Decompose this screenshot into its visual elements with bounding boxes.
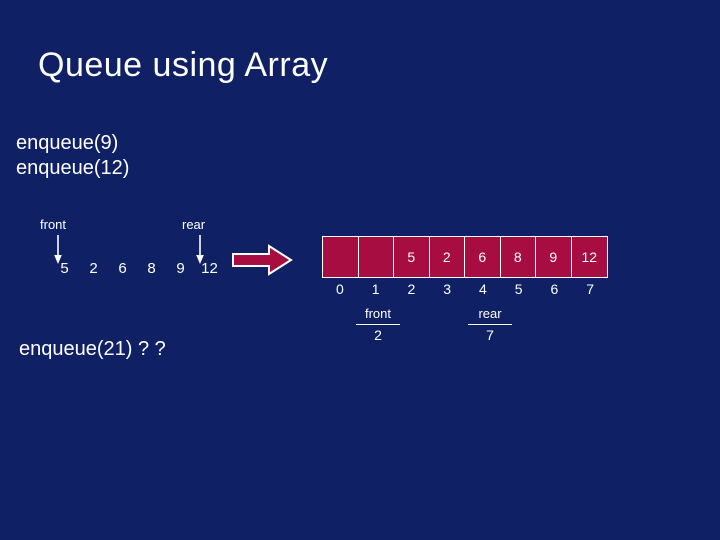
array-cell-5: 8 xyxy=(500,237,536,277)
fraction-bar xyxy=(468,324,512,325)
page-title: Queue using Array xyxy=(38,46,329,84)
array-cells-row: 5 2 6 8 9 12 xyxy=(322,236,608,278)
array-front-label: front xyxy=(364,306,391,321)
logical-queue-value: 5 xyxy=(60,260,69,277)
question-text: enqueue(21) ? ? xyxy=(19,338,166,360)
logical-queue-value: 6 xyxy=(118,260,127,277)
array-index-6: 6 xyxy=(550,281,559,297)
array-index-5: 5 xyxy=(514,281,523,297)
array-index-0: 0 xyxy=(335,281,344,297)
logical-front-label: front xyxy=(40,217,67,232)
operation-line-enqueue-12: enqueue(12) xyxy=(16,157,130,179)
array-index-4: 4 xyxy=(478,281,487,297)
logical-queue-value: 12 xyxy=(201,260,218,277)
right-block-arrow-icon xyxy=(231,244,293,276)
logical-rear-label: rear xyxy=(182,217,206,232)
array-cell-3: 2 xyxy=(429,237,465,277)
operations-list: enqueue(9) enqueue(12) xyxy=(16,131,129,181)
array-index-2: 2 xyxy=(407,281,416,297)
logical-queue-value: 8 xyxy=(147,260,156,277)
array-front-indicator: front 2 xyxy=(350,306,406,344)
array-rear-indicator: rear 7 xyxy=(462,306,518,344)
fraction-bar xyxy=(356,324,400,325)
array-cell-1 xyxy=(358,237,394,277)
logical-queue-values: 5 2 6 8 9 12 xyxy=(50,260,224,278)
array-index-row: 0 1 2 3 4 5 6 7 xyxy=(322,281,608,297)
array-representation: 5 2 6 8 9 12 0 1 2 3 4 5 6 7 xyxy=(322,236,608,297)
slide-canvas: Queue using Array enqueue(9) enqueue(12)… xyxy=(0,0,720,540)
logical-queue-value: 2 xyxy=(89,260,98,277)
logical-queue-value: 9 xyxy=(176,260,185,277)
array-cell-7: 12 xyxy=(571,237,607,277)
array-index-7: 7 xyxy=(586,281,595,297)
array-index-1: 1 xyxy=(371,281,380,297)
array-index-3: 3 xyxy=(443,281,452,297)
array-cell-4: 6 xyxy=(465,237,501,277)
array-cell-6: 9 xyxy=(536,237,572,277)
operation-line-enqueue-9: enqueue(9) xyxy=(16,132,119,154)
array-rear-value: 7 xyxy=(486,327,494,343)
array-cell-2: 5 xyxy=(394,237,430,277)
array-cell-0 xyxy=(323,237,359,277)
array-front-value: 2 xyxy=(374,327,382,343)
array-rear-label: rear xyxy=(478,306,502,321)
